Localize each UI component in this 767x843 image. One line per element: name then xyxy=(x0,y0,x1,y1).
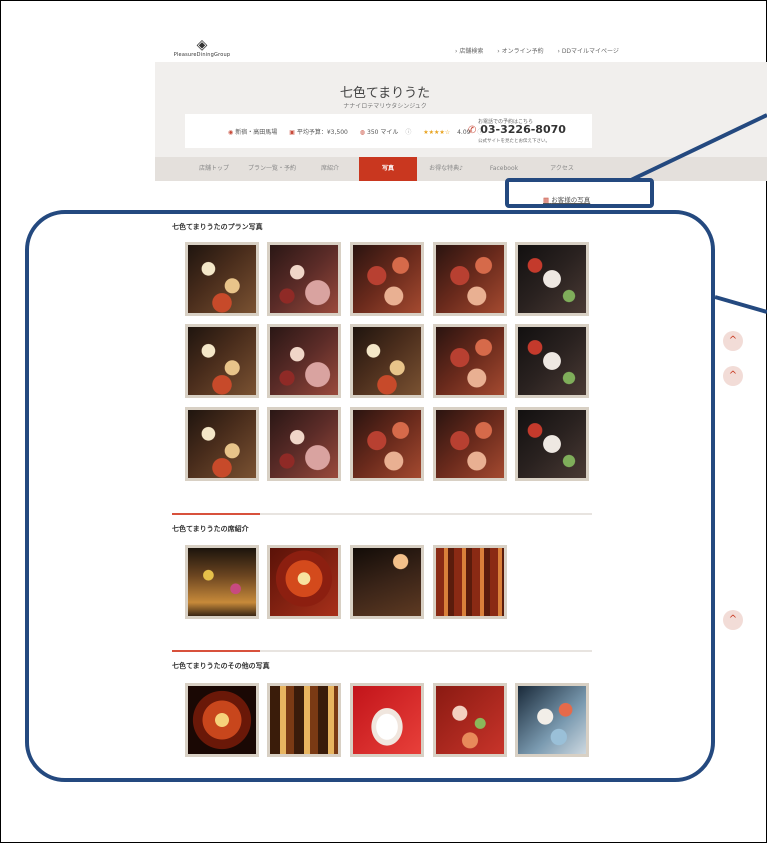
annotation-arrow-line xyxy=(714,295,767,314)
annotation-arrow-line xyxy=(630,113,767,182)
annotation-arrows xyxy=(630,113,767,314)
